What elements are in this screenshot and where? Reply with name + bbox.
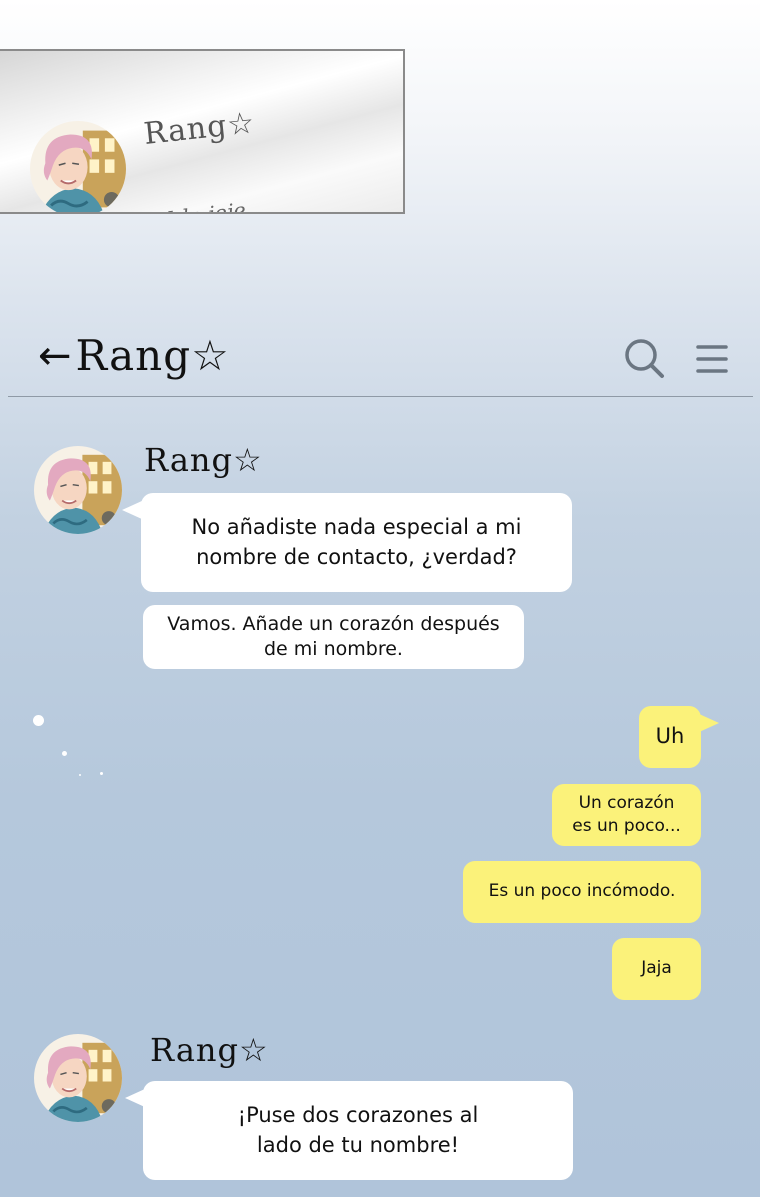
search-icon[interactable] (622, 336, 666, 380)
sender-name: Rang☆ (144, 441, 263, 479)
message-bubble[interactable]: Un corazón es un poco... (552, 784, 701, 846)
message-bubble[interactable]: Es un poco incómodo. (463, 861, 701, 923)
message-line: No añadiste nada especial a mi (191, 515, 522, 540)
sender-avatar[interactable] (34, 446, 122, 534)
message-line: Vamos. Añade un corazón después (167, 613, 500, 636)
message-line: Un corazón (578, 793, 675, 814)
message-line: Uh (655, 724, 685, 749)
message-bubble[interactable]: Uh (639, 706, 701, 768)
sender-avatar[interactable] (34, 1034, 122, 1122)
message-line: lado de tu nombre! (256, 1132, 460, 1157)
notification-banner[interactable]: Rang☆ Vale jeje (0, 49, 405, 214)
chat-header: ← Rang☆ (8, 322, 753, 397)
notification-preview: Vale jeje (156, 198, 248, 212)
message-line: ¡Puse dos corazones al (237, 1103, 479, 1128)
message-bubble[interactable]: Vamos. Añade un corazón después de mi no… (143, 605, 524, 669)
message-bubble[interactable]: No añadiste nada especial a mi nombre de… (141, 493, 572, 592)
notification-contact-name: Rang☆ (142, 105, 257, 152)
back-button[interactable]: ← Rang☆ (38, 334, 230, 378)
message-line: es un poco... (572, 816, 681, 836)
message-bubble[interactable]: ¡Puse dos corazones al lado de tu nombre… (143, 1081, 573, 1180)
message-line: de mi nombre. (264, 638, 403, 660)
message-line: Es un poco incómodo. (488, 881, 676, 902)
sparkle-decoration (79, 774, 81, 776)
sparkle-decoration (100, 772, 103, 775)
menu-icon[interactable] (692, 342, 732, 376)
message-bubble[interactable]: Jaja (612, 938, 701, 1000)
back-arrow-icon: ← (38, 333, 72, 379)
message-line: Jaja (641, 958, 672, 979)
chat-title: Rang☆ (75, 331, 230, 380)
sparkle-decoration (33, 715, 44, 726)
sender-name: Rang☆ (150, 1031, 269, 1069)
sparkle-decoration (62, 751, 67, 756)
message-line: nombre de contacto, ¿verdad? (196, 544, 517, 569)
contact-avatar (30, 121, 126, 214)
